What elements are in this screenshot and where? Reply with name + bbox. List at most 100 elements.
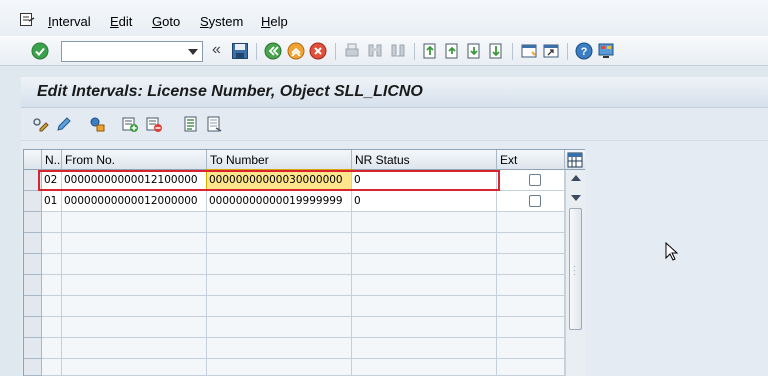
- cell-empty: [62, 317, 207, 338]
- status-change-icon[interactable]: [89, 116, 106, 133]
- table-row-empty: [24, 233, 565, 254]
- ext-checkbox[interactable]: [529, 195, 541, 207]
- table-row[interactable]: 02 00000000000012100000 0000000000003000…: [24, 169, 565, 192]
- cell-empty: [62, 233, 207, 254]
- cell-empty: [207, 212, 352, 233]
- row-selector-header[interactable]: [24, 150, 42, 170]
- cell-status[interactable]: 0: [352, 170, 497, 191]
- scroll-down-icon[interactable]: [571, 195, 581, 201]
- column-header-to[interactable]: To Number: [207, 150, 352, 170]
- title-bar: Edit Intervals: License Number, Object S…: [21, 77, 768, 108]
- cell-empty: [207, 275, 352, 296]
- row-selector[interactable]: [24, 296, 42, 317]
- vertical-scrollbar[interactable]: · · ·: [565, 170, 585, 376]
- cell-empty: [62, 254, 207, 275]
- cell-empty: [497, 338, 565, 359]
- first-page-icon[interactable]: [421, 42, 439, 60]
- toolbar-separator: [256, 43, 257, 60]
- cell-empty: [497, 359, 565, 376]
- row-selector[interactable]: [24, 191, 42, 212]
- back-icon[interactable]: [264, 42, 282, 60]
- insert-interval-icon[interactable]: [122, 116, 139, 133]
- cancel-icon[interactable]: [309, 42, 327, 60]
- row-selector[interactable]: [24, 359, 42, 376]
- cell-from[interactable]: 00000000000012000000: [62, 191, 207, 212]
- cell-to[interactable]: 00000000000019999999: [207, 191, 352, 212]
- cell-empty: [42, 338, 62, 359]
- table-row-empty: [24, 212, 565, 233]
- new-session-icon[interactable]: [520, 42, 538, 60]
- row-selector[interactable]: [24, 212, 42, 233]
- customize-layout-icon[interactable]: [597, 42, 615, 60]
- cell-empty: [352, 338, 497, 359]
- grip-icon: · · ·: [573, 262, 576, 279]
- menu-bar: Interval Edit Goto System Help: [0, 0, 768, 36]
- cell-empty: [62, 338, 207, 359]
- help-icon[interactable]: ?: [575, 42, 593, 60]
- column-header-status[interactable]: NR Status: [352, 150, 497, 170]
- cell-no: 02: [42, 170, 62, 191]
- table-row-empty: [24, 359, 565, 376]
- cell-empty: [207, 254, 352, 275]
- table-row[interactable]: 01 00000000000012000000 0000000000001999…: [24, 191, 565, 212]
- next-page-icon[interactable]: [465, 42, 483, 60]
- select-all-icon[interactable]: [183, 116, 200, 133]
- display-change-icon[interactable]: [32, 116, 49, 133]
- cell-empty: [207, 317, 352, 338]
- table-row-empty: [24, 254, 565, 275]
- column-header-ext[interactable]: Ext: [497, 150, 565, 170]
- enter-check-icon[interactable]: [31, 42, 49, 60]
- cell-empty: [207, 359, 352, 376]
- change-pencil-icon[interactable]: [55, 116, 72, 133]
- cell-empty: [352, 359, 497, 376]
- menu-help[interactable]: Help: [261, 14, 288, 29]
- previous-page-icon[interactable]: [443, 42, 461, 60]
- scrollbar-thumb[interactable]: · · ·: [569, 208, 582, 330]
- print-icon: [345, 43, 359, 57]
- collapse-icon[interactable]: «: [212, 41, 221, 59]
- menu-system[interactable]: System: [200, 14, 243, 29]
- cell-empty: [42, 212, 62, 233]
- row-selector[interactable]: [24, 317, 42, 338]
- table-row-empty: [24, 275, 565, 296]
- scroll-up-icon[interactable]: [571, 175, 581, 181]
- row-selector[interactable]: [24, 170, 42, 191]
- toolbar-separator: [335, 43, 336, 60]
- page-title: Edit Intervals: License Number, Object S…: [37, 83, 423, 100]
- menu-window-icon[interactable]: [20, 13, 35, 26]
- toolbar-separator: [512, 43, 513, 60]
- row-selector[interactable]: [24, 233, 42, 254]
- column-header-no[interactable]: N..: [42, 150, 62, 170]
- menu-interval[interactable]: Interval: [48, 14, 91, 29]
- save-icon[interactable]: [231, 42, 249, 60]
- cell-empty: [352, 212, 497, 233]
- table-row-empty: [24, 338, 565, 359]
- cell-empty: [497, 296, 565, 317]
- exit-icon[interactable]: [287, 42, 305, 60]
- chevron-down-icon[interactable]: [188, 49, 198, 55]
- table-row-empty: [24, 317, 565, 338]
- menu-edit[interactable]: Edit: [110, 14, 132, 29]
- find-icon: [368, 44, 382, 57]
- cell-empty: [497, 317, 565, 338]
- row-selector[interactable]: [24, 254, 42, 275]
- column-header-from[interactable]: From No.: [62, 150, 207, 170]
- menu-goto[interactable]: Goto: [152, 14, 180, 29]
- cell-empty: [207, 338, 352, 359]
- ext-checkbox[interactable]: [529, 174, 541, 186]
- last-page-icon[interactable]: [487, 42, 505, 60]
- cell-ext: [497, 191, 565, 212]
- table-settings-icon[interactable]: [565, 150, 585, 170]
- cell-to[interactable]: 00000000000030000000: [206, 169, 353, 192]
- deselect-all-icon[interactable]: [206, 116, 223, 133]
- cell-status[interactable]: 0: [352, 191, 497, 212]
- row-selector[interactable]: [24, 338, 42, 359]
- delete-interval-icon[interactable]: [146, 116, 163, 133]
- create-shortcut-icon[interactable]: [542, 42, 560, 60]
- cell-empty: [352, 296, 497, 317]
- cell-from[interactable]: 00000000000012100000: [62, 170, 207, 191]
- row-selector[interactable]: [24, 275, 42, 296]
- cell-empty: [497, 254, 565, 275]
- cell-empty: [62, 359, 207, 376]
- command-field[interactable]: [61, 41, 203, 62]
